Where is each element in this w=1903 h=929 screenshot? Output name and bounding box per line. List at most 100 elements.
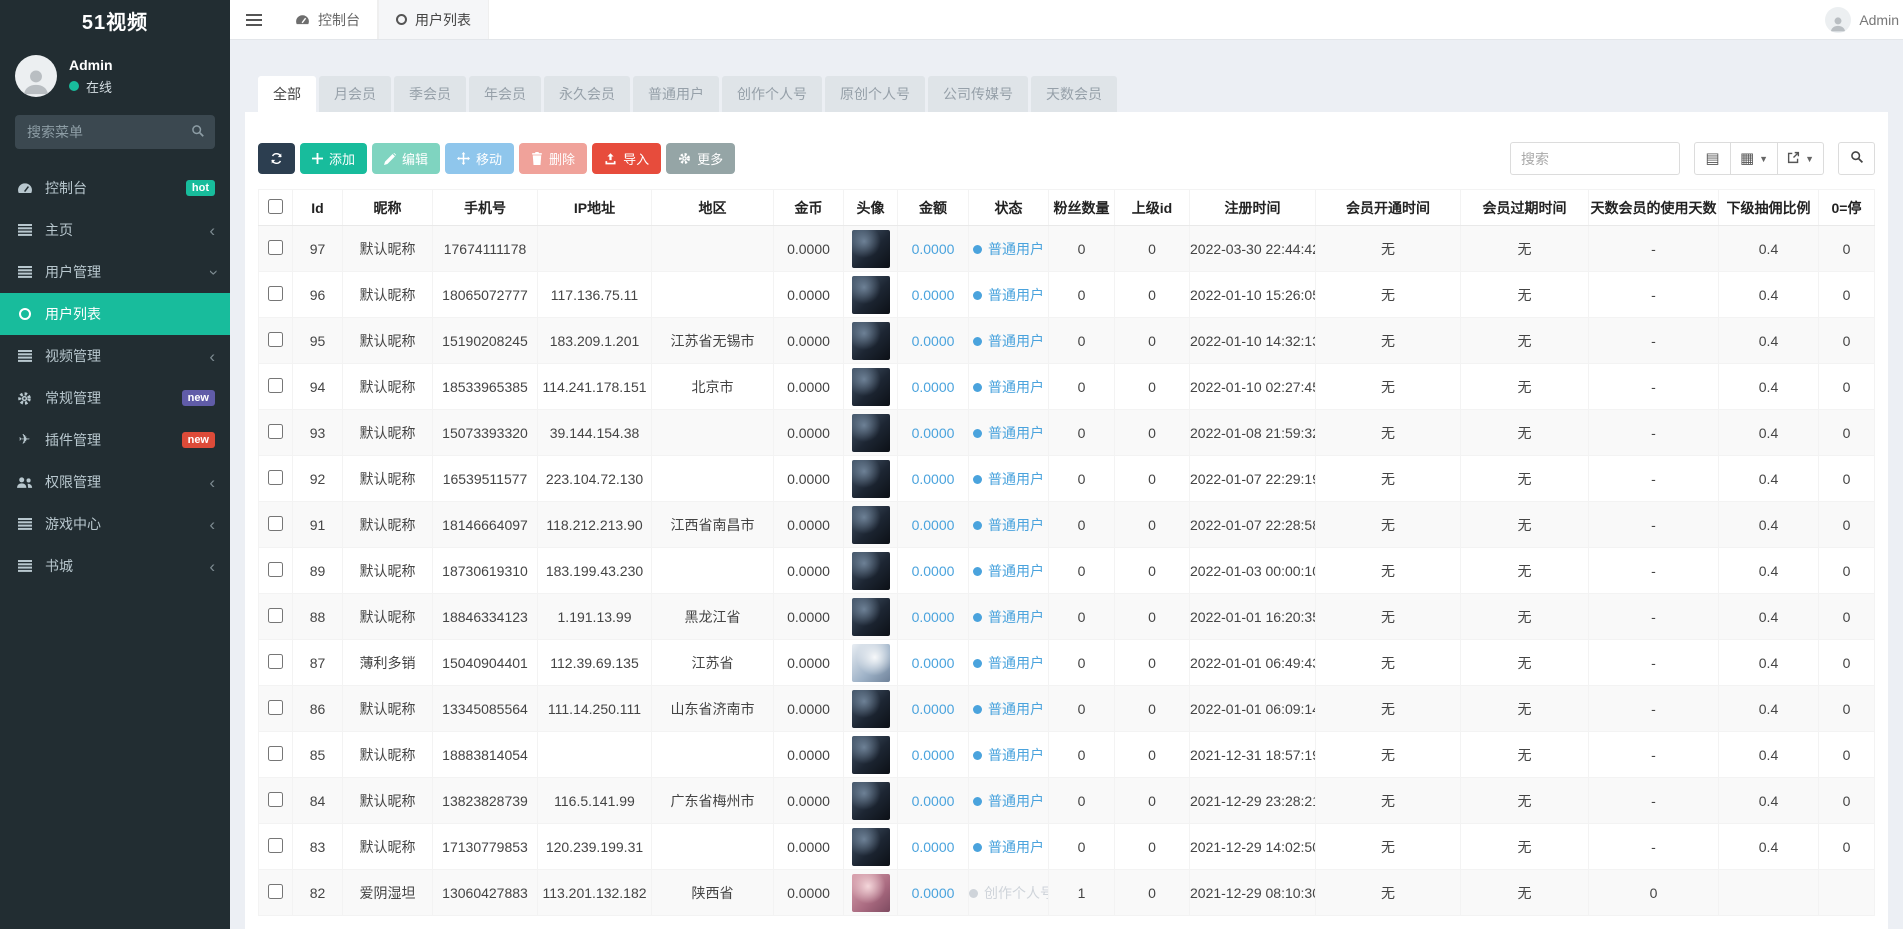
detail-view-button[interactable]: ▤ bbox=[1694, 142, 1731, 175]
table-search-input[interactable] bbox=[1510, 142, 1680, 175]
status-badge[interactable]: 普通用户 bbox=[973, 609, 1044, 625]
avatar-thumbnail[interactable] bbox=[852, 782, 890, 820]
row-checkbox[interactable] bbox=[268, 424, 283, 439]
import-button[interactable]: 导入 bbox=[592, 143, 661, 174]
amount-link[interactable]: 0.0000 bbox=[912, 747, 955, 763]
row-checkbox[interactable] bbox=[268, 516, 283, 531]
row-checkbox[interactable] bbox=[268, 884, 283, 899]
export-button[interactable]: ▼ bbox=[1778, 142, 1824, 175]
amount-link[interactable]: 0.0000 bbox=[912, 333, 955, 349]
filter-tab-all[interactable]: 全部 bbox=[258, 76, 316, 112]
row-checkbox[interactable] bbox=[268, 332, 283, 347]
row-checkbox[interactable] bbox=[268, 378, 283, 393]
online-dot bbox=[69, 81, 79, 91]
avatar-thumbnail[interactable] bbox=[852, 276, 890, 314]
row-checkbox[interactable] bbox=[268, 608, 283, 623]
amount-link[interactable]: 0.0000 bbox=[912, 241, 955, 257]
sidebar-item-general-management[interactable]: 常规管理 new bbox=[0, 377, 230, 419]
row-checkbox[interactable] bbox=[268, 700, 283, 715]
status-badge[interactable]: 普通用户 bbox=[973, 793, 1044, 809]
tab-console[interactable]: 控制台 bbox=[278, 0, 378, 39]
filter-tab-month-vip[interactable]: 月会员 bbox=[319, 76, 391, 112]
sidebar-item-user-list[interactable]: 用户列表 bbox=[0, 293, 230, 335]
avatar-thumbnail[interactable] bbox=[852, 874, 890, 912]
status-badge[interactable]: 普通用户 bbox=[973, 379, 1044, 395]
row-checkbox[interactable] bbox=[268, 792, 283, 807]
amount-link[interactable]: 0.0000 bbox=[912, 471, 955, 487]
avatar-thumbnail[interactable] bbox=[852, 230, 890, 268]
amount-link[interactable]: 0.0000 bbox=[912, 287, 955, 303]
avatar-thumbnail[interactable] bbox=[852, 644, 890, 682]
status-badge[interactable]: 普通用户 bbox=[973, 333, 1044, 349]
row-checkbox[interactable] bbox=[268, 470, 283, 485]
status-badge[interactable]: 普通用户 bbox=[973, 241, 1044, 257]
status-badge[interactable]: 普通用户 bbox=[973, 747, 1044, 763]
row-checkbox[interactable] bbox=[268, 654, 283, 669]
status-badge[interactable]: 普通用户 bbox=[973, 701, 1044, 717]
amount-link[interactable]: 0.0000 bbox=[912, 793, 955, 809]
cell-region bbox=[652, 226, 774, 272]
row-checkbox[interactable] bbox=[268, 240, 283, 255]
topbar-user-menu[interactable]: Admin bbox=[1825, 0, 1903, 39]
row-checkbox[interactable] bbox=[268, 562, 283, 577]
sidebar-item-plugin-management[interactable]: ✈ 插件管理 new bbox=[0, 419, 230, 461]
filter-tab-media-account[interactable]: 公司传媒号 bbox=[928, 76, 1028, 112]
sidebar-item-game-center[interactable]: 游戏中心 ‹ bbox=[0, 503, 230, 545]
columns-button[interactable]: ▦▼ bbox=[1731, 142, 1778, 175]
avatar-thumbnail[interactable] bbox=[852, 506, 890, 544]
avatar-thumbnail[interactable] bbox=[852, 414, 890, 452]
move-button[interactable]: 移动 bbox=[445, 143, 514, 174]
sidebar-item-video-management[interactable]: 视频管理 ‹ bbox=[0, 335, 230, 377]
status-badge[interactable]: 普通用户 bbox=[973, 839, 1044, 855]
amount-link[interactable]: 0.0000 bbox=[912, 425, 955, 441]
status-badge[interactable]: 普通用户 bbox=[973, 655, 1044, 671]
avatar-thumbnail[interactable] bbox=[852, 322, 890, 360]
refresh-button[interactable] bbox=[258, 143, 295, 174]
amount-link[interactable]: 0.0000 bbox=[912, 563, 955, 579]
row-checkbox[interactable] bbox=[268, 286, 283, 301]
amount-link[interactable]: 0.0000 bbox=[912, 701, 955, 717]
status-badge[interactable]: 普通用户 bbox=[973, 563, 1044, 579]
delete-button[interactable]: 删除 bbox=[519, 143, 587, 174]
amount-link[interactable]: 0.0000 bbox=[912, 885, 955, 901]
tab-user-list[interactable]: 用户列表 bbox=[378, 0, 489, 39]
sidebar-item-console[interactable]: 控制台 hot bbox=[0, 167, 230, 209]
sidebar-item-permission-management[interactable]: 权限管理 ‹ bbox=[0, 461, 230, 503]
filter-tab-creator-account[interactable]: 创作个人号 bbox=[722, 76, 822, 112]
avatar-thumbnail[interactable] bbox=[852, 598, 890, 636]
amount-link[interactable]: 0.0000 bbox=[912, 517, 955, 533]
status-badge[interactable]: 普通用户 bbox=[973, 471, 1044, 487]
filter-tab-days-vip[interactable]: 天数会员 bbox=[1031, 76, 1117, 112]
amount-link[interactable]: 0.0000 bbox=[912, 655, 955, 671]
filter-tab-normal-user[interactable]: 普通用户 bbox=[633, 76, 719, 112]
status-badge[interactable]: 创作个人号 bbox=[969, 885, 1049, 901]
avatar-thumbnail[interactable] bbox=[852, 690, 890, 728]
avatar-thumbnail[interactable] bbox=[852, 460, 890, 498]
sidebar-item-user-management[interactable]: 用户管理 ‹ bbox=[0, 251, 230, 293]
avatar-thumbnail[interactable] bbox=[852, 368, 890, 406]
avatar-thumbnail[interactable] bbox=[852, 736, 890, 774]
status-badge[interactable]: 普通用户 bbox=[973, 425, 1044, 441]
amount-link[interactable]: 0.0000 bbox=[912, 609, 955, 625]
search-submit-button[interactable] bbox=[1838, 142, 1875, 175]
filter-tab-original-account[interactable]: 原创个人号 bbox=[825, 76, 925, 112]
filter-tab-year-vip[interactable]: 年会员 bbox=[469, 76, 541, 112]
sidebar-item-book-city[interactable]: 书城 ‹ bbox=[0, 545, 230, 587]
more-button[interactable]: 更多 bbox=[666, 143, 735, 174]
status-badge[interactable]: 普通用户 bbox=[973, 517, 1044, 533]
edit-button[interactable]: 编辑 bbox=[372, 143, 440, 174]
menu-search-input[interactable] bbox=[15, 115, 215, 149]
amount-link[interactable]: 0.0000 bbox=[912, 379, 955, 395]
status-badge[interactable]: 普通用户 bbox=[973, 287, 1044, 303]
amount-link[interactable]: 0.0000 bbox=[912, 839, 955, 855]
filter-tab-quarter-vip[interactable]: 季会员 bbox=[394, 76, 466, 112]
avatar-thumbnail[interactable] bbox=[852, 552, 890, 590]
add-button[interactable]: 添加 bbox=[300, 143, 367, 174]
sidebar-toggle-button[interactable] bbox=[230, 0, 278, 39]
row-checkbox[interactable] bbox=[268, 838, 283, 853]
sidebar-item-home[interactable]: 主页 ‹ bbox=[0, 209, 230, 251]
select-all-checkbox[interactable] bbox=[268, 199, 283, 214]
filter-tab-forever-vip[interactable]: 永久会员 bbox=[544, 76, 630, 112]
row-checkbox[interactable] bbox=[268, 746, 283, 761]
avatar-thumbnail[interactable] bbox=[852, 828, 890, 866]
